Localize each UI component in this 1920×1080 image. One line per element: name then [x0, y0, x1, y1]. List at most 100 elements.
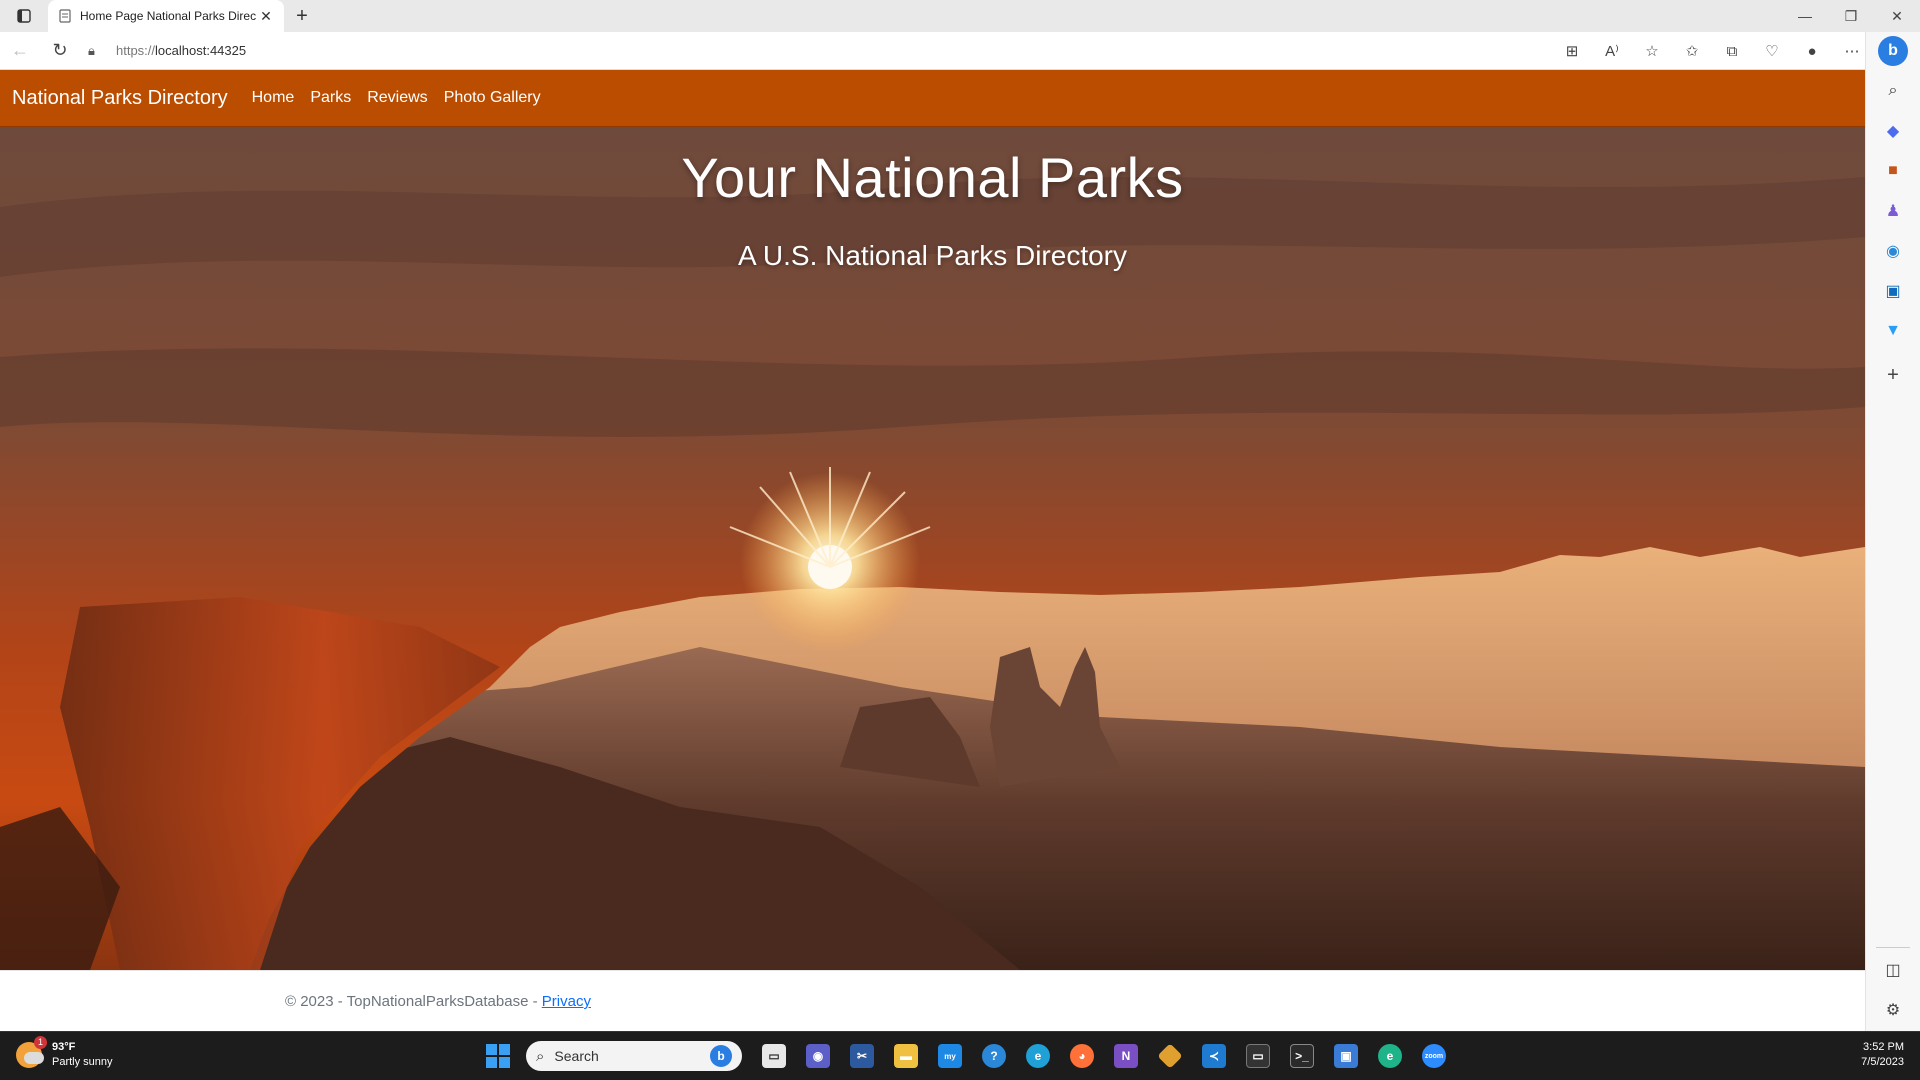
browser-toolbar: ⊞ A⁾ ☆ ✩ ⧉ ♡ ● ⋯ — [1552, 32, 1872, 70]
task-view-button[interactable]: ▭ — [754, 1038, 794, 1074]
apps-icon[interactable]: ⊞ — [1552, 35, 1592, 67]
snipping-tool-button[interactable]: ✂ — [842, 1038, 882, 1074]
address-bar: ← ↻ 🔒︎ https://localhost:44325 ⊞ A⁾ ☆ ✩ … — [0, 32, 1920, 70]
start-button[interactable] — [480, 1038, 516, 1074]
edge-dev-button[interactable]: e — [1370, 1038, 1410, 1074]
taskbar-search[interactable]: ⌕ Search b — [526, 1041, 742, 1071]
git-button[interactable] — [1150, 1038, 1190, 1074]
folder-icon: ▬ — [894, 1044, 918, 1068]
url-protocol: https:// — [116, 43, 156, 58]
sidebar-tabs-icon — [17, 9, 31, 23]
search-label: Search — [554, 1048, 599, 1064]
tab-bar: Home Page National Parks Direc ✕ + — ❐ ✕ — [0, 0, 1920, 32]
vscode-button[interactable]: ≺ — [1194, 1038, 1234, 1074]
microsoft-365-icon[interactable]: ◉ — [1880, 238, 1906, 264]
nav-link-photo-gallery[interactable]: Photo Gallery — [444, 89, 541, 107]
bing-chat-icon[interactable]: b — [1878, 36, 1908, 66]
chat-icon: ◉ — [806, 1044, 830, 1068]
zoom-button[interactable]: zoom — [1414, 1038, 1454, 1074]
mysql-icon: my — [938, 1044, 962, 1068]
vscode-icon: ≺ — [1202, 1044, 1226, 1068]
footer-copyright: © 2023 - TopNationalParksDatabase - — [285, 993, 542, 1010]
minimize-icon[interactable]: — — [1782, 0, 1828, 32]
hide-sidebar-icon[interactable]: ◫ — [1880, 957, 1906, 983]
powershell-button[interactable]: >_ — [1282, 1038, 1322, 1074]
windows-taskbar: 1 93°F Partly sunny ⌕ Search b ▭ ◉ ✂ ▬ m… — [0, 1031, 1920, 1080]
weather-temp: 93°F — [52, 1041, 76, 1053]
file-explorer-button[interactable]: ▬ — [886, 1038, 926, 1074]
help-icon: ? — [982, 1044, 1006, 1068]
footer-text: © 2023 - TopNationalParksDatabase - Priv… — [285, 993, 591, 1010]
tab-actions-button[interactable] — [0, 0, 48, 32]
window-controls: — ❐ ✕ — [1782, 0, 1920, 32]
favorite-star-icon[interactable]: ☆ — [1632, 35, 1672, 67]
url-field[interactable]: 🔒︎ https://localhost:44325 — [88, 36, 1468, 66]
tools-briefcase-icon[interactable]: ■ — [1880, 158, 1906, 184]
visual-studio-icon: N — [1114, 1044, 1138, 1068]
git-icon — [1157, 1043, 1183, 1069]
add-sidebar-app-icon[interactable]: + — [1880, 362, 1906, 388]
new-tab-button[interactable]: + — [284, 0, 320, 32]
remote-desktop-icon: ▣ — [1334, 1044, 1358, 1068]
clock-date: 7/5/2023 — [1861, 1056, 1904, 1068]
restore-icon[interactable]: ❐ — [1828, 0, 1874, 32]
remote-desktop-button[interactable]: ▣ — [1326, 1038, 1366, 1074]
lock-icon: 🔒︎ — [88, 42, 95, 58]
hero-title: Your National Parks — [681, 146, 1184, 209]
firefox-button[interactable]: ◕ — [1062, 1038, 1102, 1074]
search-icon: ⌕ — [536, 1047, 545, 1065]
weather-widget[interactable]: 1 93°F Partly sunny — [16, 1036, 113, 1070]
back-button[interactable]: ← — [0, 35, 40, 67]
search-icon[interactable]: ⌕ — [1880, 78, 1906, 104]
tab-close-icon[interactable]: ✕ — [258, 8, 274, 25]
hero-subtitle: A U.S. National Parks Directory — [737, 240, 1128, 271]
drop-icon[interactable]: ▼ — [1880, 318, 1906, 344]
zoom-icon: zoom — [1422, 1044, 1446, 1068]
tab-active[interactable]: Home Page National Parks Direc ✕ — [48, 0, 284, 32]
browser-essentials-icon[interactable]: ♡ — [1752, 35, 1792, 67]
edge-icon: e — [1026, 1044, 1050, 1068]
mysql-button[interactable]: my — [930, 1038, 970, 1074]
nav-link-reviews[interactable]: Reviews — [367, 89, 427, 107]
weather-desc: Partly sunny — [52, 1056, 113, 1068]
edge-button[interactable]: e — [1018, 1038, 1058, 1074]
shopping-tag-icon[interactable]: ◆ — [1880, 118, 1906, 144]
edge-dev-icon: e — [1378, 1044, 1402, 1068]
visual-studio-button[interactable]: N — [1106, 1038, 1146, 1074]
url-host: localhost:44325 — [155, 43, 247, 58]
page-viewport: National Parks Directory Home Parks Revi… — [0, 70, 1865, 1031]
refresh-button[interactable]: ↻ — [40, 35, 80, 67]
task-view-icon: ▭ — [762, 1044, 786, 1068]
bing-icon: b — [710, 1045, 732, 1067]
terminal-icon: ▭ — [1246, 1044, 1270, 1068]
system-clock[interactable]: 3:52 PM 7/5/2023 — [1861, 1040, 1904, 1070]
tab-title: Home Page National Parks Direc — [80, 9, 257, 23]
privacy-link[interactable]: Privacy — [542, 993, 591, 1010]
edge-sidebar: b ⌕ ◆ ■ ♟ ◉ ▣ ▼ + ◫ ⚙ — [1865, 32, 1920, 1032]
weather-badge: 1 — [34, 1036, 47, 1049]
nav-link-parks[interactable]: Parks — [310, 89, 351, 107]
nav-link-home[interactable]: Home — [252, 89, 295, 107]
taskbar-apps: ⌕ Search b ▭ ◉ ✂ ▬ my ? e ◕ N ≺ ▭ >_ ▣ e… — [480, 1038, 1458, 1074]
read-aloud-icon[interactable]: A⁾ — [1592, 35, 1632, 67]
powershell-icon: >_ — [1290, 1044, 1314, 1068]
terminal-button[interactable]: ▭ — [1238, 1038, 1278, 1074]
collections-icon[interactable]: ⧉ — [1712, 35, 1752, 67]
clock-time: 3:52 PM — [1863, 1041, 1904, 1053]
favorites-icon[interactable]: ✩ — [1672, 35, 1712, 67]
sidebar-settings-icon[interactable]: ⚙ — [1880, 997, 1906, 1023]
site-footer: © 2023 - TopNationalParksDatabase - Priv… — [0, 970, 1865, 1031]
site-brand-link[interactable]: National Parks Directory — [12, 87, 228, 110]
teams-chat-button[interactable]: ◉ — [798, 1038, 838, 1074]
outlook-icon[interactable]: ▣ — [1880, 278, 1906, 304]
games-icon[interactable]: ♟ — [1880, 198, 1906, 224]
profile-icon[interactable]: ● — [1792, 35, 1832, 67]
page-favicon-icon — [59, 9, 71, 23]
site-navbar: National Parks Directory Home Parks Revi… — [0, 70, 1865, 127]
close-window-icon[interactable]: ✕ — [1874, 0, 1920, 32]
snipping-icon: ✂ — [850, 1044, 874, 1068]
help-app-button[interactable]: ? — [974, 1038, 1014, 1074]
hero-section: Your National Parks A U.S. National Park… — [0, 127, 1865, 970]
sidebar-divider — [1876, 947, 1910, 948]
firefox-icon: ◕ — [1070, 1044, 1094, 1068]
